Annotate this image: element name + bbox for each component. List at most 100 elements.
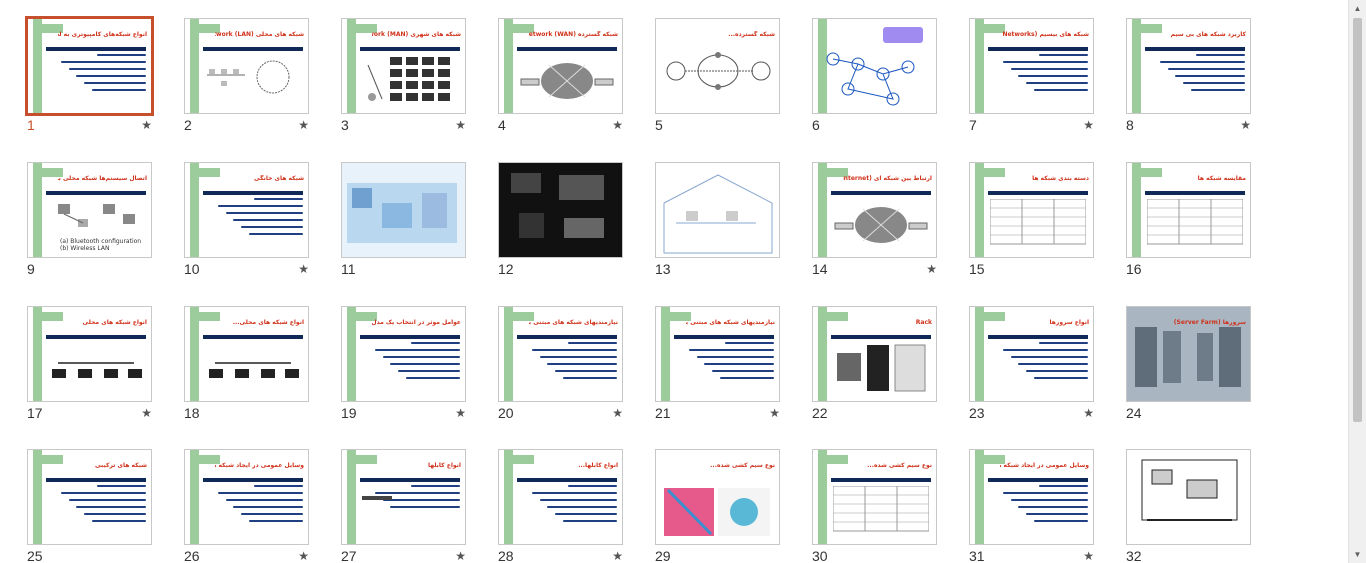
template-rule: [360, 47, 460, 51]
star-icon[interactable]: ★: [298, 118, 309, 132]
slide-preview[interactable]: نوع سیم کشی شده...: [812, 449, 937, 545]
slide-preview[interactable]: شبکه های بیسیم (Wireless Networks): [969, 18, 1094, 114]
slide-thumbnail[interactable]: انواع شبکه های محلی... 18: [184, 306, 309, 421]
star-icon[interactable]: ★: [612, 406, 623, 420]
slide-preview[interactable]: شبکه های شهری (MAN) Metropolitan Area Ne…: [341, 18, 466, 114]
slide-preview[interactable]: [341, 162, 466, 258]
slide-thumbnail[interactable]: انواع شبکه های محلی 17 ★: [27, 306, 152, 421]
slide-thumbnail[interactable]: وسایل عمومی در ایجاد شبکه ها 31 ★: [969, 449, 1094, 563]
star-icon[interactable]: ★: [1083, 406, 1094, 420]
slide-preview[interactable]: شبکه های محلی (LAN) Local Area Network: [184, 18, 309, 114]
slide-title: انواع شبکه های محلی: [82, 319, 147, 326]
slide-preview[interactable]: نیازمندیهای شبکه های مبتنی بر سرور...: [655, 306, 780, 402]
slide-thumbnail[interactable]: انواع کابلها... 28 ★: [498, 449, 623, 563]
slide-thumbnail[interactable]: دسته بندی شبکه ها 15: [969, 162, 1094, 277]
bullet-list: [519, 485, 617, 527]
slide-thumbnail[interactable]: وسایل عمومی در ایجاد شبکه های محلی 26 ★: [184, 449, 309, 563]
slide-thumbnail[interactable]: نیازمندیهای شبکه های مبتنی بر سرور 20 ★: [498, 306, 623, 421]
slide-number: 18: [184, 405, 200, 421]
slide-thumbnail[interactable]: 12: [498, 162, 623, 277]
slide-preview[interactable]: مقایسه شبکه ها: [1126, 162, 1251, 258]
slide-thumbnail[interactable]: 32: [1126, 449, 1251, 563]
slide-preview[interactable]: Rack: [812, 306, 937, 402]
bullet-line: [1034, 89, 1088, 91]
bullet-line: [1018, 75, 1088, 77]
slide-thumbnail[interactable]: شبکه های شهری (MAN) Metropolitan Area Ne…: [341, 18, 466, 133]
slide-title: انواع سرورها: [1049, 319, 1089, 326]
star-icon[interactable]: ★: [612, 118, 623, 132]
star-icon[interactable]: ★: [298, 262, 309, 276]
slide-thumbnail[interactable]: شبکه گسترده (WAN) Wide Area Network 4 ★: [498, 18, 623, 133]
slide-preview[interactable]: [498, 162, 623, 258]
slide-preview[interactable]: انواع کابلها: [341, 449, 466, 545]
slide-preview[interactable]: وسایل عمومی در ایجاد شبکه ها: [969, 449, 1094, 545]
slide-preview[interactable]: اتصال سیستم‌ها شبکه محلی بیسیم (a) Blueto…: [27, 162, 152, 258]
bullet-line: [1018, 506, 1088, 508]
slide-thumbnail[interactable]: 11: [341, 162, 466, 277]
slide-preview[interactable]: شبکه های خانگی: [184, 162, 309, 258]
slide-preview[interactable]: انواع شبکه های محلی...: [184, 306, 309, 402]
slide-thumbnail[interactable]: کاربرد شبکه های بی سیم 8 ★: [1126, 18, 1251, 133]
star-icon[interactable]: ★: [141, 118, 152, 132]
slide-preview[interactable]: انواع شبکه های محلی: [27, 306, 152, 402]
slide-thumbnail[interactable]: نیازمندیهای شبکه های مبتنی بر سرور... 21 ★: [655, 306, 780, 421]
star-icon[interactable]: ★: [1240, 118, 1251, 132]
slide-thumbnail[interactable]: 6: [812, 18, 937, 133]
slide-thumbnail[interactable]: Rack 22: [812, 306, 937, 421]
bullet-line: [254, 485, 303, 487]
slide-preview[interactable]: عوامل موثر در انتخاب یک مدل خاص: [341, 306, 466, 402]
bullet-line: [563, 377, 617, 379]
slide-thumbnail[interactable]: سرورها (Server Farm) 24: [1126, 306, 1251, 421]
scroll-thumb[interactable]: [1353, 18, 1362, 422]
slide-preview[interactable]: انواع سرورها: [969, 306, 1094, 402]
slide-preview[interactable]: انواع کابلها...: [498, 449, 623, 545]
star-icon[interactable]: ★: [455, 549, 466, 563]
star-icon[interactable]: ★: [612, 549, 623, 563]
slide-preview[interactable]: وسایل عمومی در ایجاد شبکه های محلی: [184, 449, 309, 545]
slide-thumbnail[interactable]: شبکه های بیسیم (Wireless Networks) 7 ★: [969, 18, 1094, 133]
slide-preview[interactable]: کاربرد شبکه های بی سیم: [1126, 18, 1251, 114]
slide-thumbnail[interactable]: انواع سرورها 23 ★: [969, 306, 1094, 421]
slide-preview[interactable]: نیازمندیهای شبکه های مبتنی بر سرور: [498, 306, 623, 402]
scroll-up-arrow-icon[interactable]: ▲: [1349, 0, 1366, 17]
slide-title: شبکه گسترده (WAN) Wide Area Network: [529, 31, 618, 38]
slide-preview[interactable]: سرورها (Server Farm): [1126, 306, 1251, 402]
slide-preview[interactable]: شبکه گسترده...: [655, 18, 780, 114]
star-icon[interactable]: ★: [455, 118, 466, 132]
star-icon[interactable]: ★: [1083, 118, 1094, 132]
vertical-scrollbar[interactable]: ▲ ▼: [1348, 0, 1366, 563]
slide-preview[interactable]: شبکه گسترده (WAN) Wide Area Network: [498, 18, 623, 114]
slide-thumbnail[interactable]: نوع سیم کشی شده... 30: [812, 449, 937, 563]
slide-preview[interactable]: [812, 18, 937, 114]
scroll-down-arrow-icon[interactable]: ▼: [1349, 546, 1366, 563]
slide-number: 6: [812, 117, 820, 133]
slide-preview[interactable]: دسته بندی شبکه ها: [969, 162, 1094, 258]
slide-thumbnail[interactable]: انواع شبکه‌های کامپیوتری به لحاظ وسعت 1 ★: [25, 16, 154, 133]
slide-thumbnail[interactable]: ارتباط بین شبکه ای (Internet) 14 ★: [812, 162, 937, 277]
star-icon[interactable]: ★: [298, 549, 309, 563]
slide-thumbnail[interactable]: شبکه گسترده... 5: [655, 18, 780, 133]
star-icon[interactable]: ★: [141, 406, 152, 420]
star-icon[interactable]: ★: [926, 262, 937, 276]
slide-thumbnail[interactable]: عوامل موثر در انتخاب یک مدل خاص 19 ★: [341, 306, 466, 421]
slide-thumbnail[interactable]: انواع کابلها 27 ★: [341, 449, 466, 563]
slide-preview[interactable]: انواع شبکه‌های کامپیوتری به لحاظ وسعت: [25, 16, 154, 116]
slide-preview[interactable]: نوع سیم کشی شده...: [655, 449, 780, 545]
star-icon[interactable]: ★: [455, 406, 466, 420]
man-network-diagram: [367, 57, 450, 101]
slide-thumbnail[interactable]: نوع سیم کشی شده... 29: [655, 449, 780, 563]
slide-thumbnail[interactable]: 13: [655, 162, 780, 277]
star-icon[interactable]: ★: [769, 406, 780, 420]
slide-thumbnail[interactable]: اتصال سیستم‌ها شبکه محلی بیسیم (a) Blueto…: [27, 162, 152, 277]
slide-thumbnail[interactable]: شبکه های محلی (LAN) Local Area Network 2 ★: [184, 18, 309, 133]
slide-thumbnail[interactable]: شبکه های ترکیبی 25: [27, 449, 152, 563]
slide-preview[interactable]: ارتباط بین شبکه ای (Internet): [812, 162, 937, 258]
star-icon[interactable]: ★: [1083, 549, 1094, 563]
template-bar: [975, 19, 984, 113]
slide-preview[interactable]: [1126, 449, 1251, 545]
slide-thumbnail[interactable]: مقایسه شبکه ها 16: [1126, 162, 1251, 277]
bullet-line: [225, 212, 303, 214]
slide-preview[interactable]: شبکه های ترکیبی: [27, 449, 152, 545]
slide-thumbnail[interactable]: شبکه های خانگی 10 ★: [184, 162, 309, 277]
slide-preview[interactable]: [655, 162, 780, 258]
